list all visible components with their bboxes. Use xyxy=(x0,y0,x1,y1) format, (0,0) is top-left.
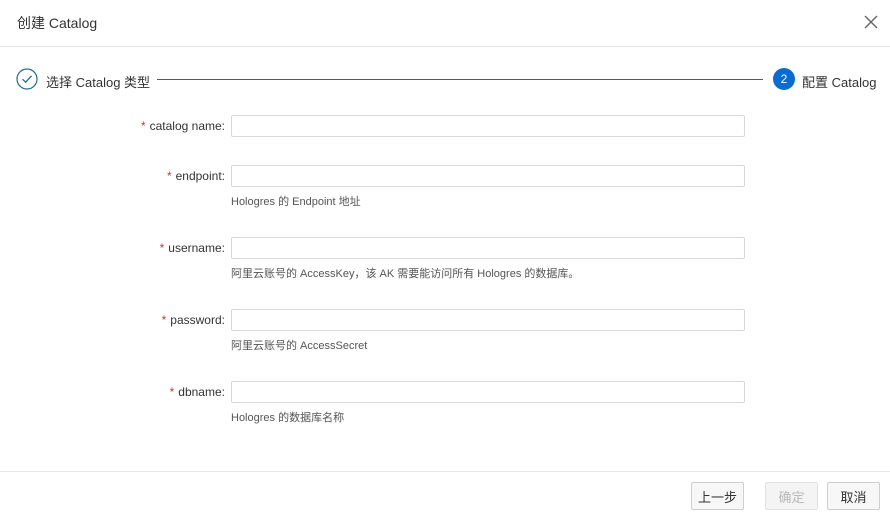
field-label-colon: : xyxy=(221,169,225,183)
catalog-name-input[interactable] xyxy=(231,115,745,137)
field-label: * dbname: xyxy=(170,385,225,399)
endpoint-input[interactable] xyxy=(231,165,745,187)
dialog-title: 创建 Catalog xyxy=(17,15,98,31)
required-mark: * xyxy=(169,385,175,399)
step-1-label: 选择 Catalog 类型 xyxy=(46,75,151,90)
field-label-colon: : xyxy=(221,313,225,327)
dialog-header: 创建 Catalog xyxy=(0,0,890,47)
field-label-text: dbname xyxy=(178,385,222,399)
previous-step-button[interactable]: 上一步 xyxy=(691,482,744,510)
field-label: * username: xyxy=(160,241,225,255)
required-mark: * xyxy=(166,169,172,183)
field-label-text: endpoint xyxy=(175,169,222,183)
field-label-text: password xyxy=(170,313,222,327)
create-catalog-dialog: 创建 Catalog 选择 Catalog 类型 2 配置 Catalog * c… xyxy=(0,0,890,513)
field-label: * password: xyxy=(162,313,225,327)
username-input[interactable] xyxy=(231,237,745,259)
close-icon[interactable] xyxy=(862,13,880,31)
dialog-footer: 上一步 确定 取消 xyxy=(0,471,890,514)
field-label: * catalog name: xyxy=(141,119,225,133)
password-hint: 阿里云账号的 AccessSecret xyxy=(231,340,368,352)
password-input[interactable] xyxy=(231,309,745,331)
field-label-colon: : xyxy=(221,385,225,399)
required-mark: * xyxy=(161,313,167,327)
dbname-input[interactable] xyxy=(231,381,745,403)
field-label-text: catalog name xyxy=(149,119,222,133)
field-label-text: username xyxy=(168,241,222,255)
field-label-colon: : xyxy=(221,119,225,133)
endpoint-hint: Hologres 的 Endpoint 地址 xyxy=(231,196,361,208)
required-mark: * xyxy=(140,119,146,133)
step-connector xyxy=(157,79,763,80)
field-label-colon: : xyxy=(221,241,225,255)
check-circle-icon xyxy=(16,68,38,90)
required-mark: * xyxy=(159,241,165,255)
field-label: * endpoint: xyxy=(167,169,225,183)
dbname-hint: Hologres 的数据库名称 xyxy=(231,412,345,424)
step-indicator: 选择 Catalog 类型 2 配置 Catalog xyxy=(0,66,890,94)
step-2-number: 2 xyxy=(773,68,795,90)
cancel-button[interactable]: 取消 xyxy=(827,482,880,510)
step-2-label: 配置 Catalog xyxy=(802,75,877,90)
username-hint: 阿里云账号的 AccessKey，该 AK 需要能访问所有 Hologres 的… xyxy=(231,268,580,280)
confirm-button[interactable]: 确定 xyxy=(765,482,818,510)
